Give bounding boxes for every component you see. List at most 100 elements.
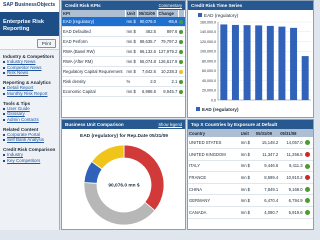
legend-swatch — [196, 107, 200, 111]
kpi-column-header[interactable]: Unit — [125, 10, 138, 17]
kpi-row[interactable]: Regulatory Capital Requirement mn $7,642.… — [62, 66, 185, 77]
kpi-cell-unit: mn $ — [125, 46, 138, 58]
country-cell-v1: 8,599.4 — [254, 171, 280, 184]
donut-slice — [83, 182, 156, 226]
country-cell-unit: mn $ — [239, 206, 255, 219]
country-cell-unit: mn $ — [239, 171, 255, 184]
country-row[interactable]: FRANCE mn $8,599.4 10,910.2 — [188, 171, 313, 184]
country-cell-country: CANADA — [188, 206, 240, 219]
kpi-cell-status — [178, 46, 185, 58]
series-bar — [243, 25, 251, 101]
print-button[interactable]: Print — [36, 39, 56, 48]
top-countries-panel-title: Top X Countries by Exposure at Default — [191, 122, 278, 127]
kpi-cell-unit: mn $ — [125, 26, 138, 38]
status-light-icon — [179, 30, 184, 35]
nav-section: Reporting & Analytics Detail Report Monthl… — [0, 76, 59, 96]
country-row[interactable]: CANADA mn $4,090.7 5,919.6 — [188, 206, 313, 219]
kpi-cell-change: 127,979.2 — [157, 46, 179, 58]
kpi-cell-value: 55,074.8 — [137, 56, 158, 67]
kpi-row[interactable]: RWA (After RM) mn $55,074.8 126,617.9 — [62, 56, 185, 67]
kpi-row[interactable]: RWA (Basel RW) mn $66,132.6 127,979.2 — [62, 46, 185, 58]
nav-link[interactable]: Monthly Risk Report — [3, 91, 56, 97]
business-unit-panel-title: Business Unit Comparison — [65, 122, 124, 127]
country-row[interactable]: GERMANY mn $6,470.4 6,794.9 — [188, 194, 313, 208]
timeseries-panel-title: Credit Risk Time Series — [191, 3, 243, 8]
kpi-row[interactable]: EAD Perform mn $89,635.7 79,797.2 — [62, 36, 185, 48]
kpi-cell-unit: mn $ — [125, 36, 138, 48]
status-light-icon — [304, 210, 310, 216]
kpi-cell-unit: % — [125, 76, 138, 87]
nav-section: Related Content Corporate Portal Self Bank… — [0, 123, 59, 143]
country-cell-unit: mn $ — [239, 148, 255, 161]
kpi-column-header[interactable]: 05/31/09 — [137, 10, 158, 17]
country-cell-country: ITALY — [188, 160, 240, 173]
country-cell-country: CHINA — [188, 183, 240, 196]
kpi-column-header[interactable] — [178, 10, 185, 17]
country-cell-country: GERMANY — [188, 194, 240, 208]
country-column-header[interactable]: Unit — [239, 129, 255, 137]
country-cell-v1: 11,347.2 — [254, 148, 280, 161]
country-row[interactable]: UNITED KINGDOM mn $11,347.2 11,256.5 — [188, 148, 313, 161]
y-tick-label: 60,000.0 — [202, 69, 216, 73]
country-cell-unit: mn $ — [239, 160, 255, 173]
kpi-cell-name: Regulatory Capital Requirement — [62, 66, 126, 77]
country-table: Country Unit 05/31/09 05/31/08 UNITED STATE… — [188, 129, 313, 219]
status-light-icon — [304, 140, 310, 146]
country-column-header[interactable]: 05/31/09 — [254, 129, 280, 137]
country-cell-country: UNITED STATES — [188, 137, 240, 150]
country-row[interactable]: ITALY mn $9,446.6 9,411.3 — [188, 160, 313, 173]
business-unit-panel-header: Business Unit Comparison Show legend — [62, 120, 185, 129]
y-tick-label: 40,000.0 — [202, 79, 216, 83]
status-light-icon — [179, 40, 184, 45]
kpi-cell-value: 7,642.6 — [137, 66, 158, 77]
country-column-header[interactable] — [303, 129, 313, 137]
nav-link[interactable]: Key Competitors — [3, 158, 56, 164]
donut-center-label: 90,076.0 mn $ — [108, 183, 140, 189]
kpi-cell-status — [178, 56, 185, 67]
kpi-cell-value: 462.5 — [137, 26, 158, 38]
country-cell-country: FRANCE — [188, 171, 240, 184]
y-tick-label: 160,000.0 — [200, 20, 216, 24]
kpi-cell-unit: mn $ — [125, 56, 138, 67]
country-cell-status — [303, 194, 313, 208]
kpi-cell-value: 66,132.6 — [137, 46, 158, 58]
series-bar — [255, 25, 263, 100]
legend-top-label: EAD (regulatory) — [204, 13, 239, 18]
y-tick-label: 120,000.0 — [200, 40, 216, 44]
commentary-link[interactable]: Commentary — [159, 3, 182, 8]
country-row[interactable]: CHINA mn $7,849.1 9,168.0 — [188, 183, 313, 196]
series-bar — [301, 56, 309, 100]
kpi-cell-status — [178, 66, 185, 77]
country-column-header[interactable]: Country — [188, 129, 240, 137]
kpi-row[interactable]: Risk density% 2.0 2.1 — [62, 76, 185, 87]
nav-link[interactable]: Risk News — [3, 70, 56, 76]
country-column-header[interactable]: 05/31/08 — [279, 129, 304, 137]
kpi-column-header[interactable]: Change — [157, 10, 179, 17]
sidebar: SAP BusinessObjects Enterprise Risk Repo… — [0, 0, 60, 230]
country-cell-v1: 4,090.7 — [254, 206, 280, 219]
nav-link[interactable]: Admin Contacts — [3, 117, 56, 123]
country-cell-status — [303, 171, 313, 184]
kpi-panel-title: Credit Risk KPIs — [65, 3, 101, 8]
country-row[interactable]: UNITED STATES mn $15,148.2 14,057.0 — [188, 137, 313, 150]
kpi-row[interactable]: Economic Capital mn $6,988.6 9,945.7 — [62, 86, 185, 97]
kpi-table: KPI Unit 05/31/09 Change EAD (regulatory) mn… — [62, 10, 185, 97]
country-cell-v1: 7,849.1 — [254, 183, 280, 196]
kpi-cell-value: 2.0 — [137, 76, 158, 87]
show-legend-link[interactable]: Show legend — [158, 122, 182, 127]
kpi-cell-change: 10,238.3 — [157, 66, 179, 77]
kpi-column-header[interactable]: KPI — [62, 10, 126, 17]
nav-section: Industry & Competitors Industry News Compe… — [0, 50, 59, 76]
kpi-row[interactable]: EAD (regulatory) mn $90,076.0 -85,6 — [62, 17, 185, 28]
kpi-cell-status — [178, 17, 185, 28]
timeseries-panel: Credit Risk Time Series EAD (regulatory)… — [187, 0, 314, 118]
country-cell-v1: 6,470.4 — [254, 194, 280, 208]
country-cell-status — [303, 137, 313, 150]
top-countries-panel: Top X Countries by Exposure at Default C… — [187, 119, 314, 230]
nav-section: Tools & Tips User Guide Glossary Admin Cont… — [0, 97, 59, 123]
kpi-row[interactable]: EAD Defaulted mn $462.5 897.6 — [62, 26, 185, 38]
nav-link[interactable]: Self Bank Analysis — [3, 137, 56, 143]
kpi-cell-change: 2.1 — [157, 76, 179, 87]
app-title: Enterprise Risk Reporting — [0, 12, 59, 36]
country-cell-country: UNITED KINGDOM — [188, 148, 240, 161]
